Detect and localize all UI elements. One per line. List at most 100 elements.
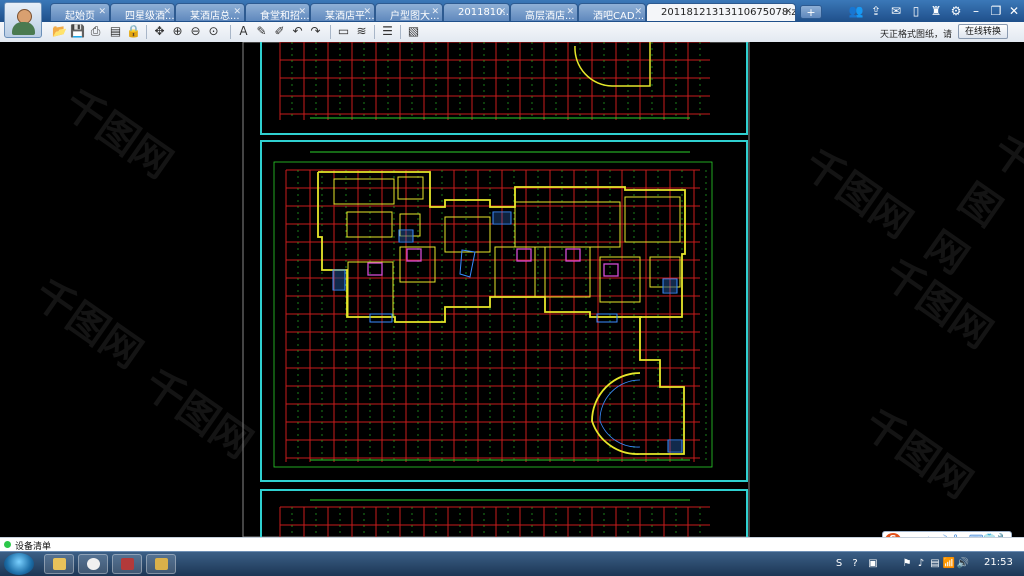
status-indicator (4, 541, 11, 548)
open-folder-icon[interactable]: 📂 (52, 24, 67, 39)
start-button[interactable] (4, 553, 34, 575)
help-icon[interactable]: ? (848, 557, 862, 571)
flag-icon[interactable]: ⚑ (900, 557, 914, 571)
save-icon[interactable]: 💾 (70, 24, 85, 39)
tab-7[interactable]: 2011810... ✕ (443, 3, 510, 21)
room-4 (399, 213, 421, 237)
new-tab-button[interactable]: + (800, 5, 822, 19)
tab-3[interactable]: 某酒店总... ✕ (175, 3, 245, 21)
chat-icon[interactable]: ✉ (888, 3, 904, 19)
gear-icon[interactable]: ⚙ (948, 3, 964, 19)
toolbar-separator (400, 25, 401, 39)
measure-icon[interactable]: ▭ (336, 24, 351, 39)
toolbar: 📂 💾 ⎙ ▤ 🔒 ✥ ⊕ ⊖ ⊙ A ✎ ✐ ↶ ↷ ▭ ≋ ☰ ▧ 天正格式图纸，请 在线转换 (0, 22, 1024, 43)
taskbar-cad-viewer[interactable] (146, 554, 176, 574)
layers-icon[interactable]: ☰ (380, 24, 395, 39)
room-13 (649, 256, 681, 288)
audio-device-icon[interactable]: ♪ (914, 557, 928, 571)
cad-viewer-icon (155, 558, 168, 570)
tab-close-icon[interactable]: ✕ (233, 7, 241, 17)
minimize-icon[interactable]: – (968, 3, 984, 19)
online-convert-button[interactable]: 在线转换 (958, 24, 1008, 39)
tab-1[interactable]: 起始页 ✕ (50, 3, 110, 21)
tab-2[interactable]: 四星级酒... ✕ (110, 3, 175, 21)
tab-close-icon[interactable]: ✕ (431, 7, 439, 17)
corridor-detail-1 (369, 313, 393, 323)
volume-icon[interactable]: 🔊 (956, 557, 970, 571)
tab-close-icon[interactable]: ✕ (298, 7, 306, 17)
network-icon[interactable]: ▣ (866, 557, 880, 571)
brush-icon[interactable]: ✐ (272, 24, 287, 39)
status-bar: 设备清单 (0, 537, 1024, 552)
tab-6[interactable]: 户型图大... ✕ (375, 3, 443, 21)
lavatory-2 (406, 248, 422, 262)
bottom-sheet-frame (260, 489, 748, 537)
app-face-icon (87, 558, 100, 570)
room-12 (347, 261, 394, 318)
toolbar-separator (330, 25, 331, 39)
lobby-feature (459, 249, 476, 278)
lock-icon[interactable]: 🔒 (126, 24, 141, 39)
lavatory-4 (565, 248, 581, 262)
share-icon[interactable]: ⇪ (868, 3, 884, 19)
tab-10[interactable]: 20118121313110675078.zi... ✕ (646, 3, 796, 21)
tab-close-icon[interactable]: ✕ (566, 7, 574, 17)
zoom-extent-icon[interactable]: ⊙ (206, 24, 221, 39)
avatar-body (12, 22, 35, 35)
cad-canvas[interactable]: 千图网 千图网 千图网 千图网 千图网 千图网 千图网 (0, 42, 1024, 537)
tab-close-icon[interactable]: ✕ (163, 7, 171, 17)
room-5 (444, 216, 491, 253)
sogou-tray-icon[interactable]: S (832, 557, 846, 571)
lavatory-5 (603, 263, 619, 277)
tab-bar: 起始页 ✕ 四星级酒... ✕ 某酒店总... ✕ 食堂和招... ✕ 某酒店平... ✕ 户型图大… (0, 0, 1024, 38)
signal-icon[interactable]: 📶 (942, 557, 956, 571)
tab-label: 20118121313110675078.zi... (661, 7, 796, 18)
user-avatar[interactable] (4, 2, 42, 38)
top-sheet-frame (260, 42, 748, 135)
print-icon[interactable]: ⎙ (88, 24, 103, 39)
format-note: 天正格式图纸，请 (880, 30, 953, 40)
tshirt-icon[interactable]: ♜ (928, 3, 944, 19)
toolbar-separator (146, 25, 147, 39)
folder-icon (53, 558, 66, 570)
undo-icon[interactable]: ↶ (290, 24, 305, 39)
tab-close-icon[interactable]: ✕ (98, 7, 106, 17)
toolbar-separator (374, 25, 375, 39)
phone-icon[interactable]: ▯ (908, 3, 924, 19)
archive-icon (121, 558, 134, 570)
properties-icon[interactable]: ▧ (406, 24, 421, 39)
room-9 (494, 246, 536, 298)
display-icon[interactable]: ▤ (928, 557, 942, 571)
redo-icon[interactable]: ↷ (308, 24, 323, 39)
room-10 (544, 246, 591, 298)
clock[interactable]: 21:53 (984, 557, 1013, 568)
users-icon[interactable]: 👥 (848, 3, 864, 19)
pan-icon[interactable]: ✥ (152, 24, 167, 39)
floor-plan-drawing (242, 42, 750, 537)
dimension-icon[interactable]: ≋ (354, 24, 369, 39)
pdf-icon[interactable]: ▤ (108, 24, 123, 39)
tab-close-icon[interactable]: ✕ (634, 7, 642, 17)
tab-9[interactable]: 酒吧CAD... ✕ (578, 3, 646, 21)
taskbar-app-3[interactable] (112, 554, 142, 574)
tab-close-icon[interactable]: ✕ (498, 7, 506, 17)
pencil-icon[interactable]: ✎ (254, 24, 269, 39)
zoom-out-icon[interactable]: ⊖ (188, 24, 203, 39)
tab-5[interactable]: 某酒店平... ✕ (310, 3, 375, 21)
text-icon[interactable]: A (236, 24, 251, 39)
tab-close-icon[interactable]: ✕ (363, 7, 371, 17)
round-stair-inner (599, 379, 641, 448)
tab-label: 起始页 (65, 11, 95, 21)
lavatory-3 (516, 248, 532, 262)
tab-4[interactable]: 食堂和招... ✕ (245, 3, 310, 21)
tab-8[interactable]: 高层酒店... ✕ (510, 3, 578, 21)
taskbar-explorer[interactable] (44, 554, 74, 574)
restore-icon[interactable]: ❐ (988, 3, 1004, 19)
close-icon[interactable]: ✕ (1006, 3, 1022, 19)
room-1 (333, 178, 395, 205)
tab-label: 某酒店总... (190, 11, 240, 21)
taskbar-app-2[interactable] (78, 554, 108, 574)
zoom-in-icon[interactable]: ⊕ (170, 24, 185, 39)
top-round-stair-wall (574, 42, 651, 87)
tab-close-icon[interactable]: ✕ (784, 7, 792, 17)
